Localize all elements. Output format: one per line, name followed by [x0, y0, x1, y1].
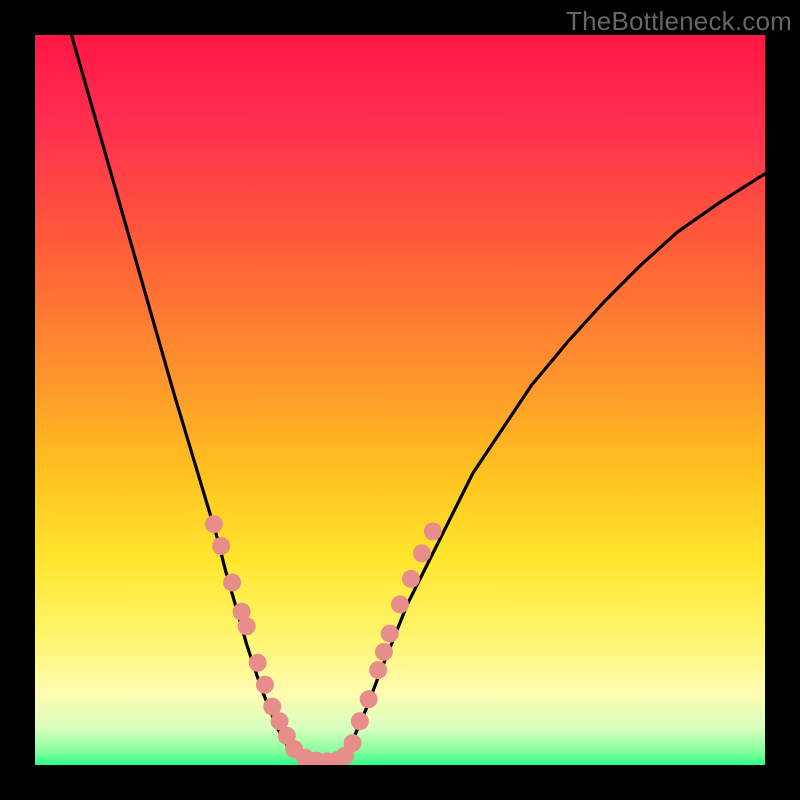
watermark-text: TheBottleneck.com: [566, 6, 792, 37]
dot: [238, 617, 256, 635]
dot: [205, 515, 223, 533]
dot: [212, 537, 230, 555]
dot: [360, 690, 378, 708]
dot: [391, 595, 409, 613]
plot-area: [35, 35, 765, 765]
dot: [369, 661, 387, 679]
dot: [249, 654, 267, 672]
dot: [256, 676, 274, 694]
dot: [375, 643, 393, 661]
v-curve: [72, 35, 766, 763]
dot: [413, 544, 431, 562]
dot: [424, 522, 442, 540]
chart-curves: [35, 35, 765, 765]
dot: [381, 625, 399, 643]
dot: [344, 734, 362, 752]
dot: [223, 574, 241, 592]
chart-frame: TheBottleneck.com: [0, 0, 800, 800]
dot: [402, 570, 420, 588]
dot: [351, 712, 369, 730]
highlight-dots: [205, 515, 442, 765]
